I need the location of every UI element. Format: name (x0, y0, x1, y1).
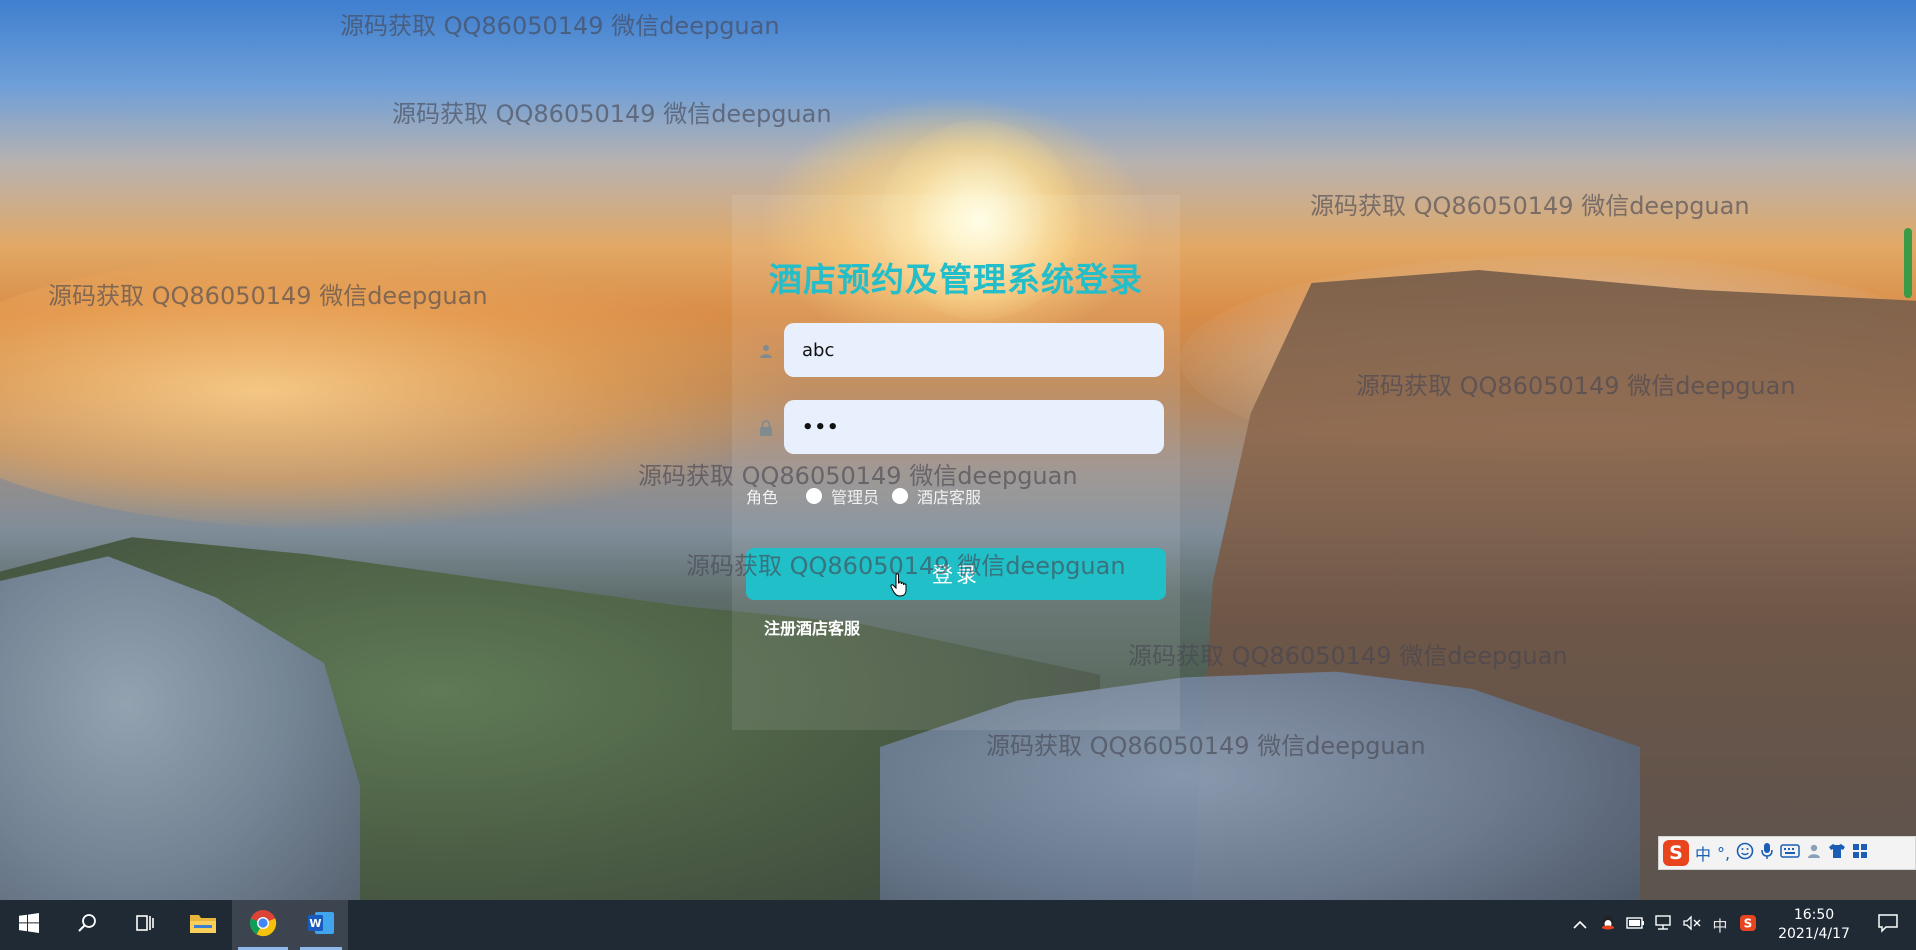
ime-toolbar[interactable]: S 中 °, (1658, 836, 1916, 870)
role-option-admin[interactable]: 管理员 (806, 484, 879, 508)
keyboard-icon[interactable] (1780, 843, 1800, 863)
role-label: 角色 (746, 488, 779, 507)
password-input[interactable] (784, 400, 1164, 454)
taskbar-clock[interactable]: 16:50 2021/4/17 (1768, 906, 1860, 944)
tray-ime-mode[interactable]: 中 (1706, 900, 1734, 950)
tray-sogou[interactable]: S (1734, 900, 1762, 950)
volume-muted-icon (1682, 915, 1702, 935)
role-option-hotel-service-label: 酒店客服 (917, 488, 982, 507)
clock-time: 16:50 (1793, 907, 1835, 923)
sogou-icon: S (1739, 914, 1757, 936)
chevron-up-icon (1573, 916, 1587, 934)
lock-icon (759, 420, 773, 436)
system-tray: 中 S 16:50 2021/4/17 (1566, 900, 1916, 950)
tray-volume[interactable] (1678, 900, 1706, 950)
windows-start-button[interactable] (0, 900, 58, 950)
notification-center-button[interactable] (1860, 900, 1916, 950)
task-view-icon (134, 913, 156, 937)
desktop-screen: 源码获取 QQ86050149 微信deepguan 源码获取 QQ860501… (0, 0, 1916, 950)
user-icon[interactable] (1806, 843, 1822, 864)
chrome-icon (249, 909, 277, 941)
file-explorer-button[interactable] (174, 900, 232, 950)
login-panel: 酒店预约及管理系统登录 角色 管理员 酒店客服 (732, 195, 1180, 730)
svg-text:W: W (309, 917, 321, 930)
cloud-band-left (0, 250, 800, 530)
tray-overflow-button[interactable] (1566, 900, 1594, 950)
user-icon (759, 343, 773, 358)
network-icon (1654, 915, 1674, 935)
taskbar-search-button[interactable] (58, 900, 116, 950)
svg-text:S: S (1744, 917, 1753, 931)
emoji-icon[interactable] (1736, 842, 1754, 865)
word-button[interactable]: W (294, 900, 348, 950)
watermark: 源码获取 QQ86050149 微信deepguan (340, 12, 780, 40)
ime-mode-toggle[interactable]: 中 (1695, 841, 1711, 865)
login-title: 酒店预约及管理系统登录 (769, 260, 1143, 299)
word-icon: W (307, 910, 335, 940)
sogou-logo-icon[interactable]: S (1663, 840, 1689, 866)
role-selector: 角色 管理员 酒店客服 (746, 485, 994, 507)
taskbar: W 中 S 16:50 2021/4/17 (0, 900, 1916, 950)
tray-network[interactable] (1650, 900, 1678, 950)
role-option-admin-label: 管理员 (831, 488, 880, 507)
watermark: 源码获取 QQ86050149 微信deepguan (392, 100, 832, 128)
radio-hotel-service[interactable] (892, 488, 909, 504)
mic-icon[interactable] (1760, 842, 1774, 865)
role-option-hotel-service[interactable]: 酒店客服 (892, 484, 981, 508)
chrome-button[interactable] (232, 900, 294, 950)
username-input[interactable] (784, 323, 1164, 377)
grid-icon[interactable] (1852, 843, 1868, 864)
hand-cursor-icon (890, 573, 908, 601)
ime-punctuation-toggle[interactable]: °, (1717, 844, 1730, 863)
qq-penguin-icon (1599, 914, 1617, 936)
windows-start-icon (19, 913, 39, 937)
tray-battery[interactable] (1622, 900, 1650, 950)
radio-admin[interactable] (806, 488, 823, 504)
shirt-icon[interactable] (1828, 843, 1846, 864)
clock-date: 2021/4/17 (1778, 926, 1850, 942)
notification-icon (1877, 913, 1899, 937)
side-scroll-indicator[interactable] (1904, 228, 1912, 298)
register-link[interactable]: 注册酒店客服 (764, 615, 860, 639)
watermark: 源码获取 QQ86050149 微信deepguan (1310, 192, 1750, 220)
tray-qq[interactable] (1594, 900, 1622, 950)
login-button[interactable]: 登录 (746, 548, 1166, 600)
file-explorer-icon (189, 911, 217, 939)
search-icon (77, 913, 97, 937)
task-view-button[interactable] (116, 900, 174, 950)
battery-icon (1626, 916, 1646, 934)
